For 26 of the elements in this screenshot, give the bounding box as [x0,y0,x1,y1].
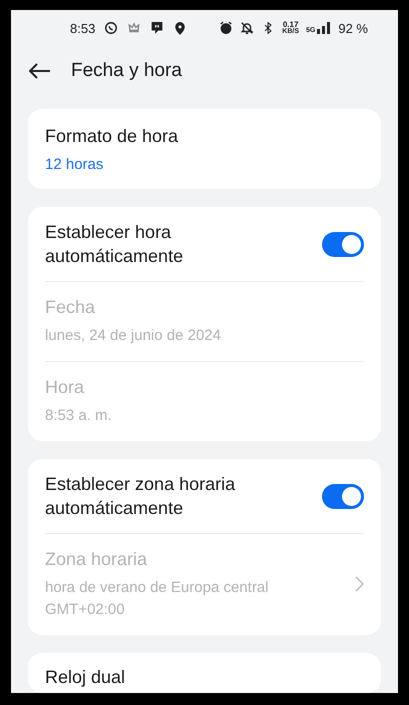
net-speed: 0.17 [282,21,298,28]
setting-value: hora de verano de Europa central GMT+02:00 [45,578,270,620]
battery-level: 92 % [338,20,368,36]
back-button[interactable] [29,63,51,80]
setting-title[interactable]: Reloj dual [45,665,126,689]
setting-title: Formato de hora [45,125,180,148]
setting-value: 12 horas [45,155,104,175]
toggle-switch[interactable] [322,484,364,508]
setting-row[interactable]: Formato de hora 12 horas [45,109,364,189]
setting-title: Hora [45,376,86,399]
signal-icon [317,22,332,34]
chevron-icon [355,576,364,592]
setting-value: 8:53 a. m. [45,406,113,426]
chat-icon [104,21,118,36]
setting-value: lunes, 24 de junio de 2024 [45,326,222,346]
setting-title: Establecer zona horaria automáticamente [45,473,236,520]
location-icon [173,21,188,36]
alarm-icon [219,21,234,36]
toggle-switch[interactable] [322,232,364,256]
page-title: Fecha y hora [71,60,182,82]
setting-title: Zona horaria [45,548,148,571]
setting-title: Fecha [45,296,96,319]
status-time: 8:53 [70,20,96,36]
muted-bell-icon [240,21,254,36]
setting-title: Establecer hora automáticamente [45,221,184,268]
message-icon [150,21,164,36]
